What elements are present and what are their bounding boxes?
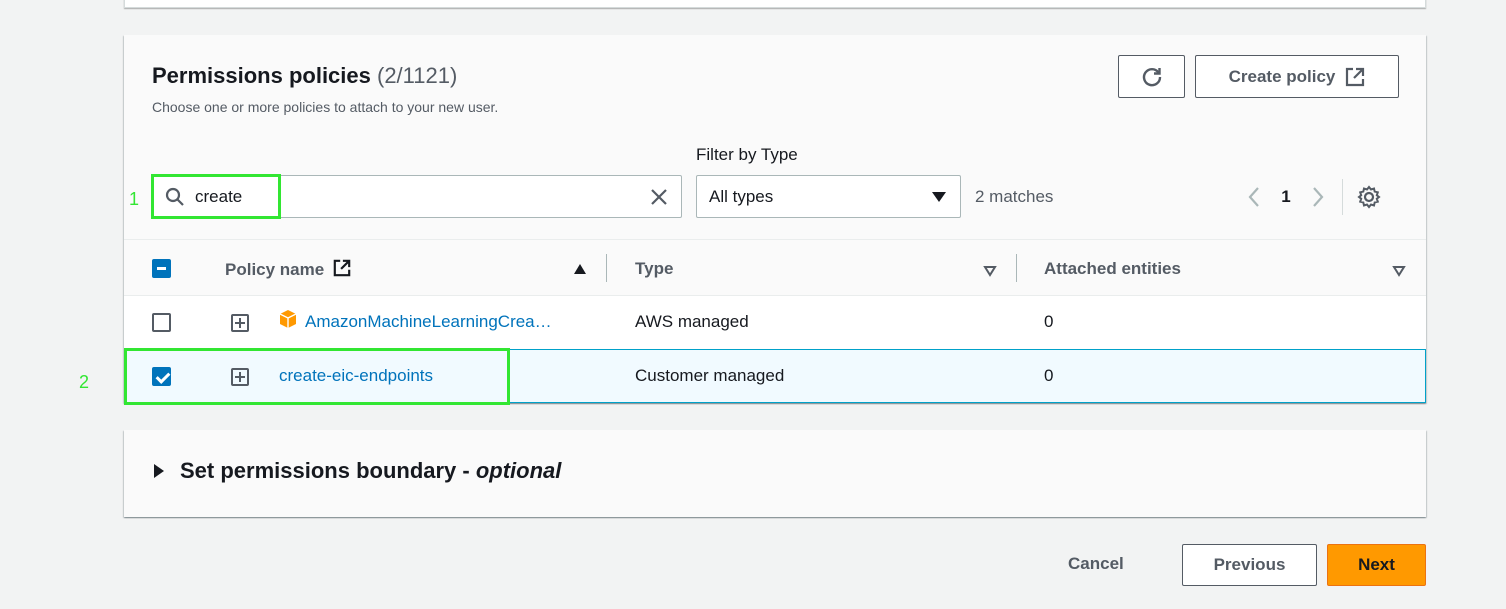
permissions-boundary-heading[interactable]: Set permissions boundary - optional: [180, 458, 561, 484]
previous-section-card: [124, 0, 1426, 8]
previous-button[interactable]: Previous: [1182, 544, 1317, 586]
chevron-left-icon[interactable]: [1242, 183, 1266, 211]
column-policy-name[interactable]: Policy name: [225, 259, 351, 280]
chevron-right-icon[interactable]: [1306, 183, 1330, 211]
clear-icon[interactable]: [649, 187, 669, 207]
aws-cube-icon: [279, 310, 297, 328]
table-header: Policy name Type Attached entities: [124, 240, 1426, 296]
policy-name-link[interactable]: create-eic-endpoints: [279, 366, 433, 386]
attached-entities: 0: [1044, 312, 1054, 331]
policy-name-link[interactable]: AmazonMachineLearningCrea…: [305, 312, 552, 332]
select-all-checkbox[interactable]: [152, 259, 171, 278]
filter-type-value: All types: [709, 187, 774, 206]
expand-icon[interactable]: [231, 314, 249, 332]
external-link-icon: [1346, 67, 1365, 86]
pagination: 1: [1242, 179, 1381, 215]
create-policy-button[interactable]: Create policy: [1195, 55, 1399, 98]
filter-type-label: Filter by Type: [696, 145, 798, 164]
expand-icon[interactable]: [231, 368, 249, 386]
permissions-policies-panel: Permissions policies (2/1121) Choose one…: [124, 35, 1426, 403]
sort-asc-icon[interactable]: [573, 263, 587, 275]
search-field[interactable]: [152, 175, 682, 218]
gear-icon[interactable]: [1357, 185, 1381, 209]
cancel-button[interactable]: Cancel: [1068, 554, 1124, 574]
external-link-icon: [333, 259, 351, 277]
expand-triangle-icon[interactable]: [154, 464, 164, 478]
column-separator: [606, 254, 607, 282]
table-row[interactable]: AmazonMachineLearningCrea… AWS managed 0: [124, 296, 1426, 350]
sort-desc-icon[interactable]: [983, 265, 997, 277]
refresh-icon: [1142, 67, 1161, 86]
caret-down-icon: [932, 192, 946, 202]
column-attached-entities[interactable]: Attached entities: [1044, 259, 1181, 279]
match-count: 2 matches: [975, 187, 1054, 206]
title-text: Permissions policies: [152, 63, 371, 88]
panel-description: Choose one or more policies to attach to…: [152, 99, 499, 115]
search-icon: [165, 187, 184, 206]
row-checkbox[interactable]: [152, 313, 171, 332]
refresh-button[interactable]: [1118, 55, 1185, 98]
create-policy-label: Create policy: [1228, 66, 1336, 86]
search-input[interactable]: [195, 182, 635, 212]
policy-type: Customer managed: [635, 366, 785, 385]
next-button[interactable]: Next: [1327, 544, 1426, 586]
column-policy-name-label: Policy name: [225, 260, 325, 279]
row-checkbox[interactable]: [152, 367, 171, 386]
filter-type-select[interactable]: All types: [696, 175, 961, 218]
policy-type: AWS managed: [635, 312, 749, 331]
sort-desc-icon[interactable]: [1392, 265, 1406, 277]
attached-entities: 0: [1044, 366, 1054, 385]
column-separator: [1016, 254, 1017, 282]
table-row[interactable]: create-eic-endpoints Customer managed 0: [124, 349, 1426, 403]
panel-header: Permissions policies (2/1121) Choose one…: [124, 35, 1426, 240]
boundary-optional: optional: [475, 458, 562, 483]
selection-count: (2/1121): [377, 63, 458, 88]
annotation-label: 1: [129, 189, 140, 209]
column-type[interactable]: Type: [635, 259, 673, 279]
permissions-boundary-section[interactable]: Set permissions boundary - optional: [124, 430, 1426, 517]
boundary-label: Set permissions boundary -: [180, 458, 476, 483]
page-number[interactable]: 1: [1266, 187, 1306, 207]
pager-divider: [1342, 179, 1343, 215]
annotation-label: 2: [79, 372, 90, 392]
page-title: Permissions policies (2/1121): [152, 63, 457, 89]
